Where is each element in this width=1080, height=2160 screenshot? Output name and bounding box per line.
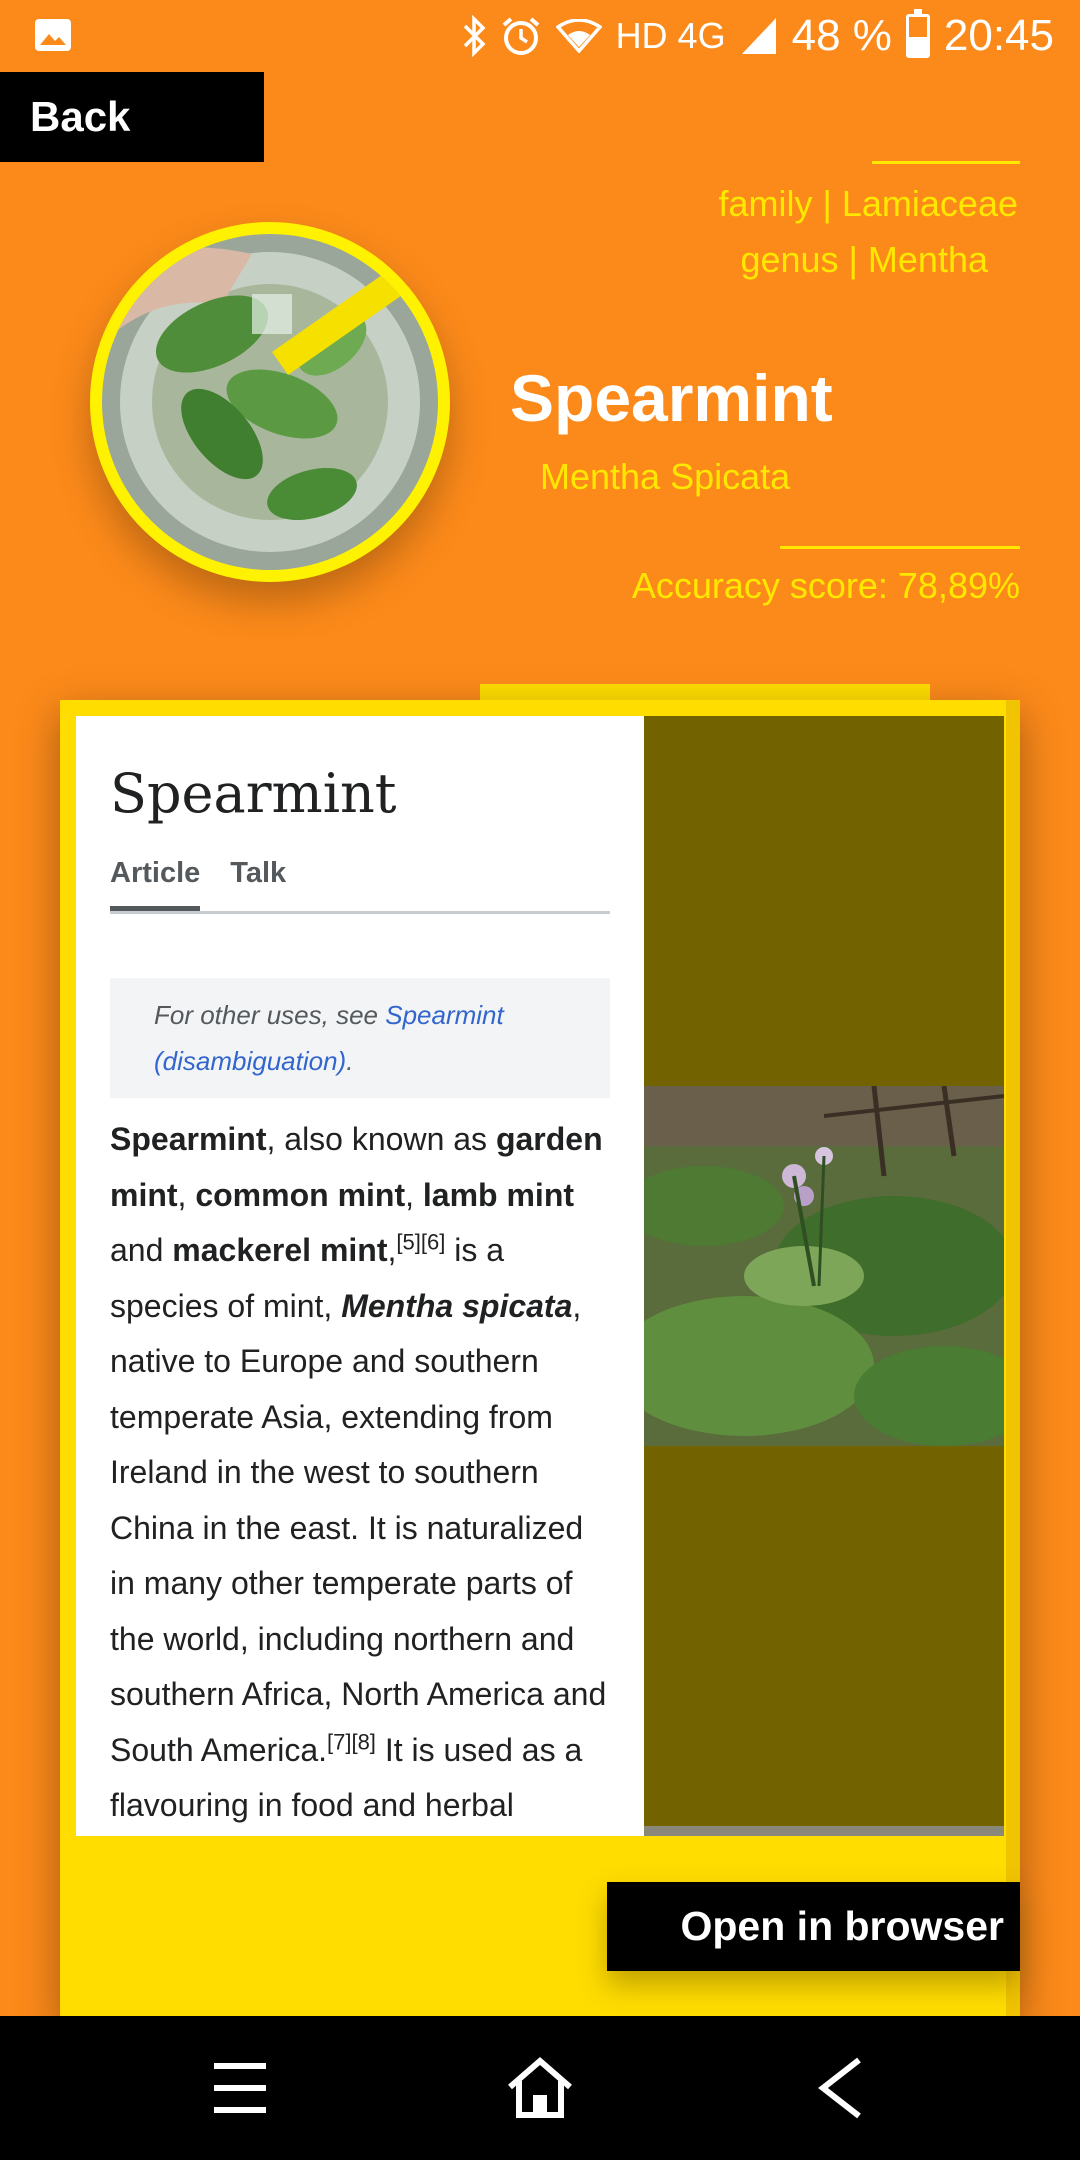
wifi-icon <box>555 19 602 53</box>
plant-avatar <box>90 222 450 582</box>
network-label: HD 4G <box>615 15 726 56</box>
battery-icon <box>905 9 930 58</box>
hatnote-text: For other uses, see <box>154 1000 386 1030</box>
article-tabs: Article Talk <box>110 851 610 914</box>
battery-percent: 48 % <box>791 11 892 60</box>
plant-common-name: Spearmint <box>510 361 833 435</box>
home-button[interactable] <box>460 2016 620 2160</box>
open-in-browser-button[interactable]: Open in browser <box>607 1882 1020 1971</box>
back-arrow-icon <box>818 2057 861 2119</box>
tab-talk[interactable]: Talk <box>230 851 286 911</box>
menu-icon <box>214 2063 266 2113</box>
genus-label: genus | Mentha <box>740 239 988 280</box>
body-text: , <box>405 1176 423 1213</box>
accuracy-score: Accuracy score: 78,89% <box>631 565 1020 606</box>
article-body: Spearmint, also known as garden mint, co… <box>110 1112 610 1834</box>
bold-term: common mint <box>195 1176 406 1213</box>
back-button[interactable]: Back <box>0 72 264 162</box>
alarm-icon <box>502 17 539 55</box>
bold-term: lamb mint <box>422 1176 575 1213</box>
avatar-photo <box>102 234 438 570</box>
citation-link[interactable]: [5][6] <box>396 1229 445 1254</box>
navigation-bar <box>0 2016 1080 2160</box>
article-title: Spearmint <box>110 762 397 825</box>
clock: 20:45 <box>943 11 1054 60</box>
citation-link[interactable]: [7][8] <box>327 1729 376 1754</box>
gallery-icon <box>35 19 71 51</box>
menu-button[interactable] <box>160 2016 320 2160</box>
body-text: , also known as <box>266 1121 496 1157</box>
plant-scientific-name: Mentha Spicata <box>540 456 791 497</box>
hatnote-suffix: . <box>346 1046 354 1076</box>
body-text: , native to Europe and southern temperat… <box>110 1287 607 1768</box>
plant-photo <box>644 1086 1004 1446</box>
divider <box>780 546 1020 549</box>
divider <box>872 161 1020 164</box>
back-nav-button[interactable] <box>760 2016 920 2160</box>
photo-edge <box>644 1826 1004 1836</box>
signal-icon <box>741 18 776 54</box>
status-bar: HD 4G 48 % 20:45 <box>0 0 1080 72</box>
taxonomy: family | Lamiaceae genus | Mentha <box>719 176 1018 288</box>
wikipedia-webview[interactable]: Spearmint Article Talk For other uses, s… <box>76 716 644 1836</box>
bold-term: Spearmint <box>110 1121 267 1157</box>
body-text: , <box>177 1176 196 1213</box>
tab-article[interactable]: Article <box>110 851 201 911</box>
bluetooth-icon <box>463 15 486 57</box>
card-edge <box>1006 700 1020 2020</box>
home-icon <box>508 2057 572 2118</box>
family-label: family | Lamiaceae <box>718 183 1018 224</box>
species-name: Mentha spicata <box>341 1287 573 1324</box>
bold-term: mackerel mint <box>172 1232 388 1268</box>
hatnote: For other uses, see Spearmint (disambigu… <box>110 978 610 1098</box>
body-text: and <box>110 1232 173 1268</box>
plant-photo-panel <box>644 716 1004 1836</box>
